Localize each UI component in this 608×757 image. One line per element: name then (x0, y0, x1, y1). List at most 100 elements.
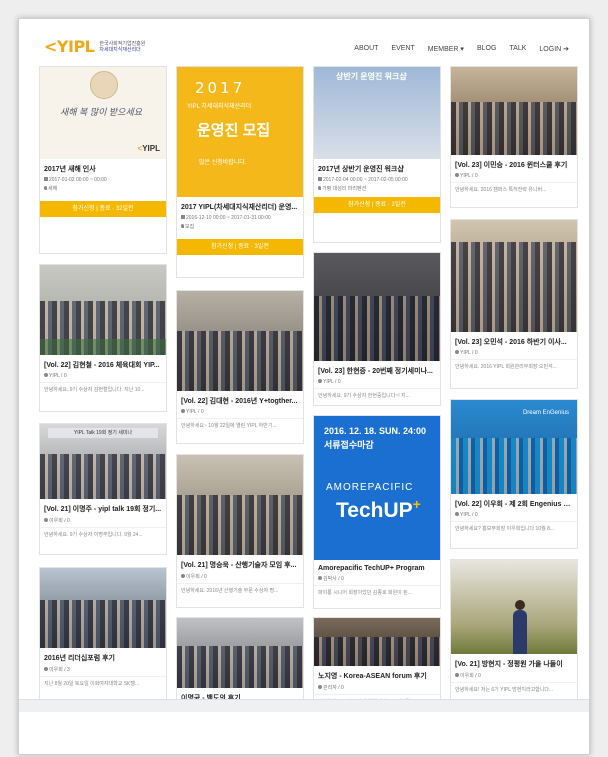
calendar-icon (44, 177, 48, 181)
post-author: 관리자 / 0 (314, 683, 440, 692)
user-icon (455, 512, 459, 516)
post-author: YIPL / 0 (40, 372, 166, 380)
post-card[interactable]: 상반기 운영진 워크샵 2017년 상반기 운영진 워크샵 2017-02-04… (313, 66, 441, 243)
post-excerpt: 안녕하세요. 2016 YIPL 회원관리부회장 오민석... (451, 359, 577, 375)
location-icon (318, 186, 321, 190)
post-author: 이우회 / 0 (177, 572, 303, 581)
user-icon (318, 576, 322, 580)
post-author: YIPL / 0 (314, 378, 440, 386)
nav-login[interactable]: LOGIN ➔ (539, 45, 569, 53)
logo-subtitle: 한국사회적기업진흥원 차세대지식재산리더 (99, 41, 145, 53)
post-card[interactable]: 노지영 - Korea-ASEAN forum 후기 관리자 / 0 안녕하세요… (313, 617, 441, 703)
post-title[interactable]: 2017년 상반기 운영진 워크샵 (314, 159, 440, 176)
nav-talk[interactable]: TALK (509, 45, 526, 53)
user-icon (44, 373, 48, 377)
calendar-icon (181, 215, 185, 219)
post-card[interactable]: [Vol. 22] 김대현 - 2016년 Y+togther... YIPL … (176, 290, 304, 444)
post-excerpt: 안녕하세요. 9기 수상자 이명주입니다. 9월 24... (40, 527, 166, 543)
location-icon (181, 224, 184, 228)
post-photo (451, 220, 577, 332)
site-logo[interactable]: <YIPL 한국사회적기업진흥원 차세대지식재산리더 (44, 37, 145, 56)
post-excerpt: 안녕하세요. 9기 수상자 한현증입니다~! 지... (314, 388, 440, 404)
post-photo: 새해 복 많이 받으세요 <YIPL (40, 67, 166, 159)
poster-note: 많은 신청바랍니다. (199, 160, 247, 166)
post-card[interactable]: Dream EnGenius [Vol. 22] 이우희 - 제 2회 Enge… (450, 399, 578, 549)
post-title[interactable]: 2016년 리더십포럼 후기 (40, 648, 166, 665)
poster-year: 2017 (195, 79, 246, 97)
post-title[interactable]: [Vol. 21] 명승욱 - 산행기술자 모임 후... (177, 555, 303, 572)
apply-button[interactable]: 참가신청 | 종료 · 32일전 (40, 201, 166, 217)
greeting-text: 새해 복 많이 받으세요 (60, 107, 143, 117)
apply-button[interactable]: 참가신청 | 종료 · 3일전 (177, 239, 303, 255)
post-photo (451, 560, 577, 654)
poster-deadline: 2016. 12. 18. SUN. 24:00 (324, 426, 427, 436)
post-title[interactable]: [Vo. 21] 방현지 - 정평원 가을 나들이 (451, 654, 577, 671)
post-photo (314, 253, 440, 361)
post-photo (177, 618, 303, 688)
post-place: 가평 대성리 마리펜션 (314, 184, 440, 193)
post-title[interactable]: [Vol. 23] 한현증 - 20번째 정기세미나... (314, 361, 440, 378)
post-title[interactable]: [Vol. 22] 이우희 - 제 2회 Engenius D... (451, 494, 577, 511)
logo-sub1: 한국사회적기업진흥원 (99, 40, 146, 47)
post-title[interactable]: 노지영 - Korea-ASEAN forum 후기 (314, 666, 440, 683)
nav-member[interactable]: MEMBER ▾ (428, 45, 464, 53)
post-title[interactable]: [Vol. 23] 오민석 - 2016 하반기 이사... (451, 332, 577, 349)
post-date: 2017-02-04 00:00 ~ 2017-02-05 00:00 (314, 176, 440, 184)
post-title[interactable]: 2017년 새해 인사 (40, 159, 166, 176)
poster-heading: 운영진 모집 (197, 122, 271, 139)
post-card[interactable]: 이명균 - 백도의 후기 (176, 617, 304, 703)
user-icon (181, 409, 185, 413)
post-author: 이우회 / 0 (40, 516, 166, 525)
user-icon (455, 673, 459, 677)
post-card[interactable]: YIPL Talk 19회 정기 세미나 [Vol. 21] 이명주 - yip… (39, 423, 167, 555)
post-title[interactable]: Amorepacific TechUP+ Program (314, 560, 440, 574)
post-card[interactable]: 2016. 12. 18. SUN. 24:00 서류접수마감 AMOREPAC… (313, 415, 441, 609)
post-card[interactable]: 새해 복 많이 받으세요 <YIPL 2017년 새해 인사 2017-01-0… (39, 66, 167, 254)
post-photo: Dream EnGenius (451, 400, 577, 494)
poster-deadline-label: 서류접수마감 (324, 440, 374, 450)
post-date: 2017-01-02 00:00 ~ 00:00 (40, 176, 166, 184)
user-icon (44, 667, 48, 671)
post-photo: YIPL Talk 19회 정기 세미나 (40, 424, 166, 499)
user-icon (44, 518, 48, 522)
post-card[interactable]: 2016년 리더십포럼 후기 이우회 / 3 지난 8월 20일 토요일 이화여… (39, 567, 167, 703)
post-title[interactable]: [Vol. 22] 김현철 - 2016 체육대회 YIP... (40, 355, 166, 372)
post-card[interactable]: 2017 YIPL 차세대지식재산리더 운영진 모집 많은 신청바랍니다. 20… (176, 66, 304, 278)
main-nav: ABOUT EVENT MEMBER ▾ BLOG TALK LOGIN ➔ (354, 45, 569, 53)
post-card[interactable]: [Vol. 21] 명승욱 - 산행기술자 모임 후... 이우회 / 0 안녕… (176, 454, 304, 608)
post-card[interactable]: [Vo. 21] 방현지 - 정평원 가을 나들이 이우회 / 0 안녕하세요!… (450, 559, 578, 703)
post-title[interactable]: [Vol. 23] 이민승 - 2016 윈터스쿨 후기 (451, 155, 577, 172)
post-excerpt: 안녕하세요! 저는 6기 YIPL 방현지라고합니다... (451, 682, 577, 698)
photo-caption: 상반기 운영진 워크샵 (336, 72, 407, 81)
post-excerpt: 파이롱 시니어 회장이었던 김종호 회원이 된... (314, 585, 440, 601)
post-card[interactable]: [Vol. 22] 김현철 - 2016 체육대회 YIP... YIPL / … (39, 264, 167, 412)
post-photo (40, 568, 166, 648)
poster-brand: AMOREPACIFIC (326, 482, 414, 493)
post-card[interactable]: [Vol. 23] 한현증 - 20번째 정기세미나... YIPL / 0 안… (313, 252, 441, 406)
user-icon (318, 379, 322, 383)
post-author: 이우회 / 3 (40, 665, 166, 674)
post-card[interactable]: [Vol. 23] 이민승 - 2016 윈터스쿨 후기 YIPL / 0 안녕… (450, 66, 578, 208)
poster-subtitle: YIPL 차세대지식재산리더 (187, 104, 252, 110)
apply-button[interactable]: 참가신청 | 종료 · 2일전 (314, 197, 440, 213)
nav-blog[interactable]: BLOG (477, 45, 496, 53)
post-author: YIPL / 0 (451, 172, 577, 180)
post-photo (314, 618, 440, 666)
photo-banner: YIPL Talk 19회 정기 세미나 (48, 428, 158, 438)
logo-sub2: 차세대지식재산리더 (99, 46, 141, 53)
user-icon (318, 685, 322, 689)
post-card[interactable]: [Vol. 23] 오민석 - 2016 하반기 이사... YIPL / 0 … (450, 219, 578, 389)
nav-about[interactable]: ABOUT (354, 45, 378, 53)
post-excerpt: 안녕하세요. 2016년 산행기술 부문 수상자 명... (177, 583, 303, 599)
page-footer-strip (19, 699, 589, 712)
post-excerpt: 안녕하세요? 홍보부회장 이우희입니다 10월 8... (451, 521, 577, 537)
post-excerpt: 안녕하세요~ 10월 22일에 열린 YIPL 하반기... (177, 418, 303, 434)
post-title[interactable]: [Vol. 21] 이명주 - yipl talk 19회 정기... (40, 499, 166, 516)
recruit-poster: 2017 YIPL 차세대지식재산리더 운영진 모집 많은 신청바랍니다. (177, 67, 303, 197)
post-title[interactable]: [Vol. 22] 김대현 - 2016년 Y+togther... (177, 391, 303, 408)
post-title[interactable]: 2017 YIPL(차세대지식재산리더) 운영... (177, 197, 303, 214)
poster-program: TechUP+ (336, 496, 421, 522)
nav-event[interactable]: EVENT (391, 45, 414, 53)
post-author: 김박사 / 0 (314, 574, 440, 583)
location-icon (44, 186, 47, 190)
